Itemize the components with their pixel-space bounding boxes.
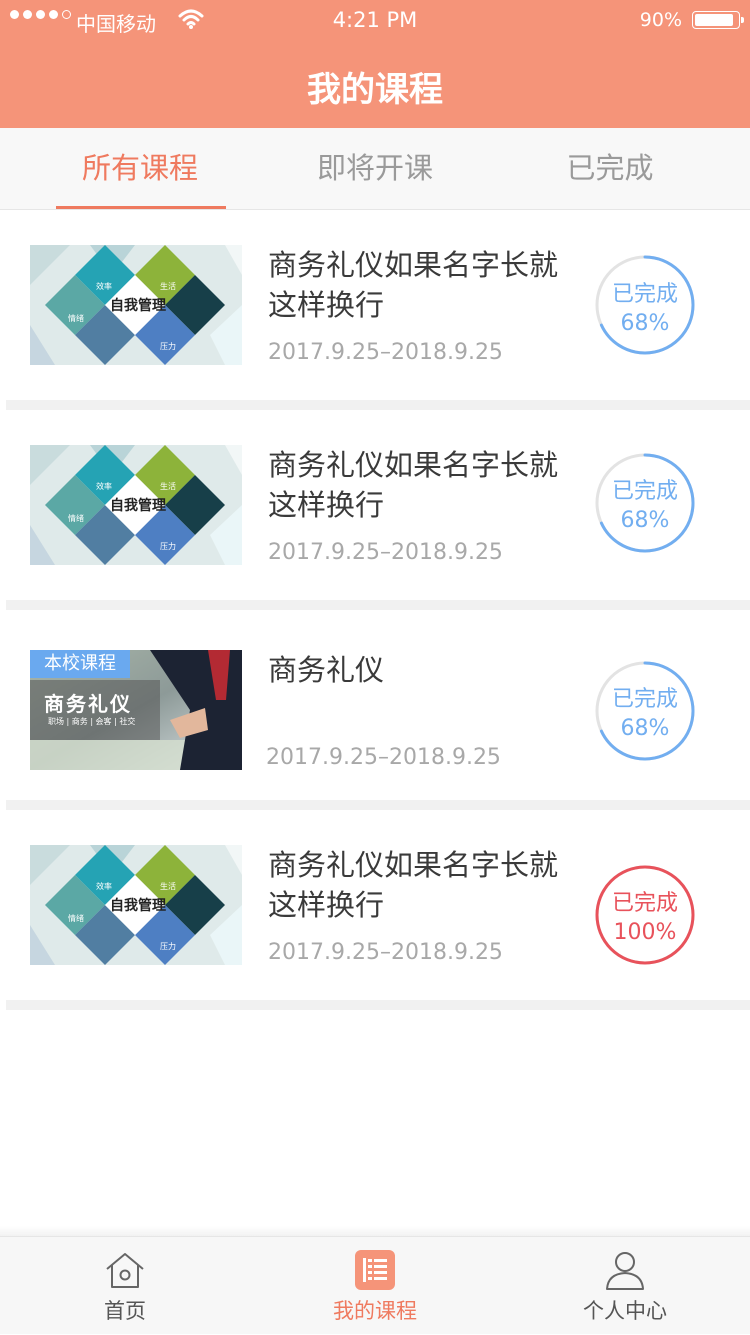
course-title: 商务礼仪如果名字长就这样换行 — [268, 848, 559, 922]
course-date: 2017.9.25–2018.9.25 — [268, 940, 503, 965]
thumbnail-tag: 压力 — [160, 942, 176, 951]
course-filter-tabs: 所有课程 即将开课 已完成 — [0, 128, 750, 210]
course-card[interactable]: 本校课程 商务礼仪 职场 | 商务 | 会客 | 社交 商务礼仪 2017.9.… — [0, 610, 750, 800]
bottom-tab-bar: 首页 我的课程 个人中心 — [0, 1236, 750, 1334]
thumbnail-tag: 生活 — [160, 882, 176, 891]
thumbnail-tag: 效率 — [96, 882, 112, 891]
status-bar: 中国移动 4:21 PM 90% — [0, 0, 750, 40]
course-thumbnail: 自我管理 效率 生活 情绪 压力 — [30, 445, 242, 565]
thumbnail-title: 自我管理 — [110, 498, 166, 514]
completion-status: 已完成 — [611, 479, 678, 504]
card-separator — [6, 800, 750, 810]
course-thumbnail: 自我管理 效率 生活 情绪 压力 — [30, 845, 242, 965]
thumbnail-tag: 生活 — [160, 282, 176, 291]
completion-percent: 68% — [620, 311, 670, 336]
nav-bar: 我的课程 — [0, 40, 750, 128]
active-tab-indicator — [56, 206, 226, 209]
progress-label: 已完成 68% — [594, 280, 696, 338]
course-title: 商务礼仪如果名字长就这样换行 — [268, 448, 559, 522]
course-title: 商务礼仪如果名字长就这样换行 — [268, 248, 559, 322]
tab-all-courses[interactable]: 所有课程 — [15, 128, 265, 210]
thumbnail-tag: 情绪 — [68, 914, 84, 923]
completion-status: 已完成 — [611, 282, 678, 307]
thumbnail-subheading: 职场 | 商务 | 会客 | 社交 — [48, 717, 136, 726]
battery-percent: 90% — [639, 9, 682, 31]
tab-completed[interactable]: 已完成 — [485, 128, 735, 210]
course-thumbnail: 本校课程 商务礼仪 职场 | 商务 | 会客 | 社交 — [30, 650, 242, 770]
course-card[interactable]: 自我管理 效率 生活 情绪 压力 商务礼仪如果名字长就这样换行 2017.9.2… — [0, 210, 750, 400]
completion-percent: 100% — [613, 920, 677, 945]
thumbnail-tag: 效率 — [96, 282, 112, 291]
tabbar-item-home[interactable]: 首页 — [0, 1237, 250, 1335]
progress-label: 已完成 100% — [594, 889, 696, 947]
thumbnail-tag: 压力 — [160, 342, 176, 351]
user-icon — [606, 1252, 644, 1290]
page-title: 我的课程 — [307, 70, 443, 110]
completion-percent: 68% — [620, 716, 670, 741]
course-date: 2017.9.25–2018.9.25 — [266, 745, 501, 770]
tabbar-label: 个人中心 — [583, 1299, 667, 1323]
course-thumbnail: 自我管理 效率 生活 情绪 压力 — [30, 245, 242, 365]
card-separator — [6, 1000, 750, 1010]
thumbnail-tag: 生活 — [160, 482, 176, 491]
course-date: 2017.9.25–2018.9.25 — [268, 340, 503, 365]
course-list-icon — [355, 1250, 395, 1290]
thumbnail-heading: 商务礼仪 — [44, 692, 132, 716]
status-time: 4:21 PM — [332, 8, 418, 32]
completion-percent: 68% — [620, 508, 670, 533]
thumbnail-tag: 情绪 — [68, 314, 84, 323]
completion-status: 已完成 — [611, 891, 678, 916]
tab-upcoming[interactable]: 即将开课 — [250, 128, 500, 210]
thumbnail-tag: 情绪 — [68, 514, 84, 523]
tabbar-label: 首页 — [104, 1299, 146, 1323]
tabbar-shadow — [0, 1226, 750, 1236]
thumbnail-title: 自我管理 — [110, 898, 166, 914]
thumbnail-title: 自我管理 — [110, 298, 166, 314]
school-course-badge: 本校课程 — [30, 650, 130, 678]
course-card[interactable]: 自我管理 效率 生活 情绪 压力 商务礼仪如果名字长就这样换行 2017.9.2… — [0, 810, 750, 1000]
battery-icon — [692, 11, 744, 29]
progress-label: 已完成 68% — [594, 685, 696, 743]
card-separator — [6, 400, 750, 410]
course-title: 商务礼仪 — [268, 653, 385, 687]
course-card[interactable]: 自我管理 效率 生活 情绪 压力 商务礼仪如果名字长就这样换行 2017.9.2… — [0, 410, 750, 600]
thumbnail-tag: 压力 — [160, 542, 176, 551]
tabbar-label: 我的课程 — [333, 1299, 417, 1323]
thumbnail-tag: 效率 — [96, 482, 112, 491]
course-date: 2017.9.25–2018.9.25 — [268, 540, 503, 565]
progress-label: 已完成 68% — [594, 477, 696, 535]
home-icon — [106, 1253, 144, 1288]
card-separator — [6, 600, 750, 610]
tabbar-item-my-courses[interactable]: 我的课程 — [250, 1237, 500, 1335]
tabbar-item-profile[interactable]: 个人中心 — [500, 1237, 750, 1335]
completion-status: 已完成 — [611, 687, 678, 712]
